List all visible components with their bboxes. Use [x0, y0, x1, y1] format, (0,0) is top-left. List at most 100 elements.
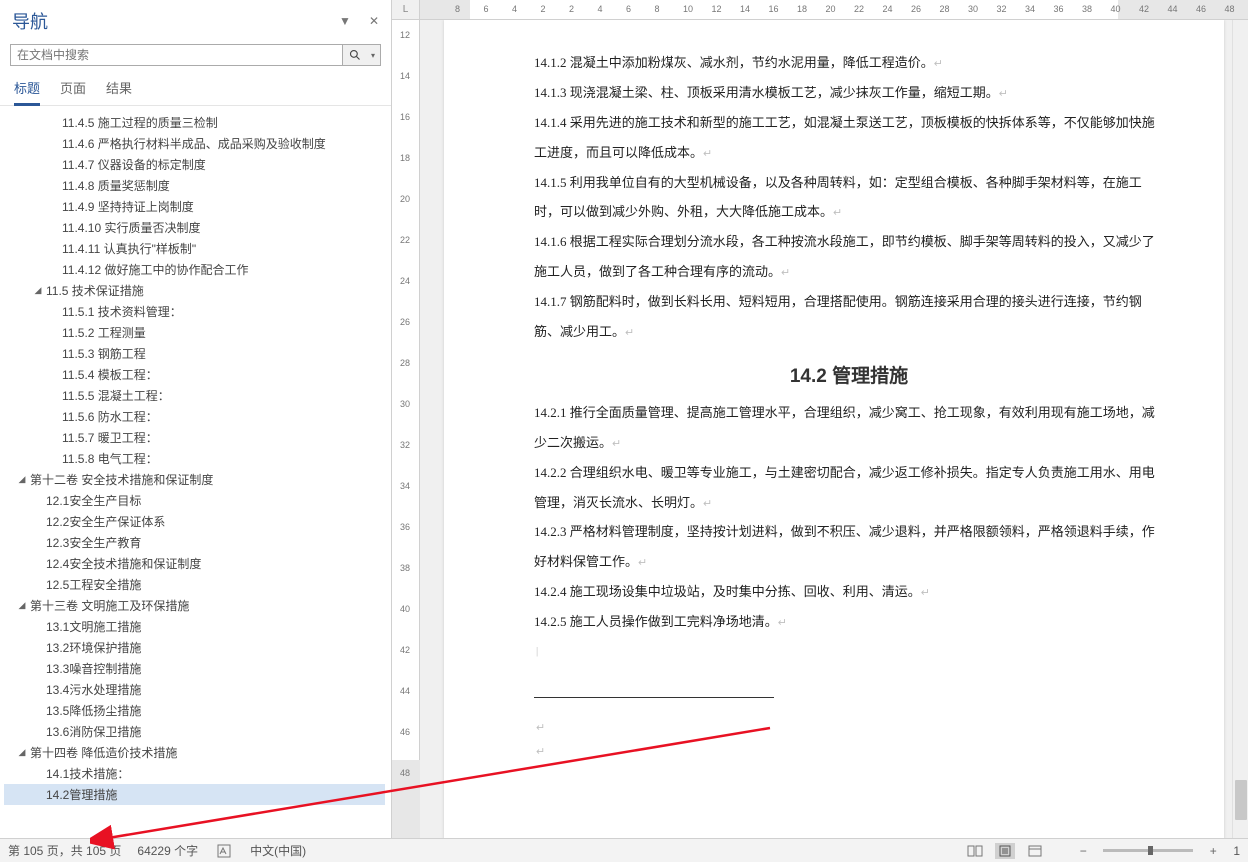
search-input[interactable] [11, 45, 342, 65]
outline-label: 11.4.5 施工过程的质量三检制 [60, 114, 218, 131]
outline-item[interactable]: 11.4.9 坚持持证上岗制度 [4, 196, 385, 217]
outline-label: 13.5降低扬尘措施 [44, 702, 141, 719]
page-viewport[interactable]: 14.1.2 混凝土中添加粉煤灰、减水剂，节约水泥用量，降低工程造价。↵14.1… [420, 20, 1248, 862]
paragraph[interactable]: 14.2.2 合理组织水电、暖卫等专业施工，与土建密切配合，减少返工修补损失。指… [534, 458, 1164, 518]
outline-label: 13.2环境保护措施 [44, 639, 141, 656]
tab-pages[interactable]: 页面 [60, 78, 86, 105]
outline-item[interactable]: 12.1安全生产目标 [4, 490, 385, 511]
outline-item[interactable]: 11.5.3 钢筋工程 [4, 343, 385, 364]
zoom-out-button[interactable]: − [1073, 843, 1093, 859]
zoom-level[interactable]: 1 [1233, 844, 1240, 858]
outline-item[interactable]: 12.3安全生产教育 [4, 532, 385, 553]
outline-item[interactable]: ◢11.5 技术保证措施 [4, 280, 385, 301]
status-word-count[interactable]: 64229 个字 [137, 842, 198, 859]
outline-item[interactable]: 11.4.10 实行质量否决制度 [4, 217, 385, 238]
outline-item[interactable]: 12.2安全生产保证体系 [4, 511, 385, 532]
nav-dropdown-icon[interactable]: ▼ [339, 14, 351, 28]
outline-item[interactable]: 11.5.4 模板工程： [4, 364, 385, 385]
paragraph[interactable]: 14.1.2 混凝土中添加粉煤灰、减水剂，节约水泥用量，降低工程造价。↵ [534, 48, 1164, 78]
outline-item[interactable]: 13.1文明施工措施 [4, 616, 385, 637]
outline-label: 12.2安全生产保证体系 [44, 513, 165, 530]
paragraph[interactable]: 14.2.1 推行全面质量管理、提高施工管理水平，合理组织，减少窝工、抢工现象，… [534, 398, 1164, 458]
paragraph[interactable]: 14.1.6 根据工程实际合理划分流水段，各工种按流水段施工，即节约模板、脚手架… [534, 227, 1164, 287]
nav-tabs: 标题 页面 结果 [0, 72, 391, 106]
paragraph[interactable]: 14.1.7 钢筋配料时，做到长料长用、短料短用，合理搭配使用。钢筋连接采用合理… [534, 287, 1164, 347]
proofing-icon[interactable] [214, 843, 234, 859]
outline-item[interactable]: ◢第十四卷 降低造价技术措施 [4, 742, 385, 763]
outline-item[interactable]: 11.5.6 防水工程： [4, 406, 385, 427]
view-read-icon[interactable] [965, 843, 985, 859]
document-area: L 86422468101214161820222426283032343638… [392, 0, 1248, 862]
outline-item[interactable]: 12.4安全技术措施和保证制度 [4, 553, 385, 574]
outline-item[interactable]: 13.4污水处理措施 [4, 679, 385, 700]
outline-item[interactable]: 11.5.1 技术资料管理： [4, 301, 385, 322]
outline-item[interactable]: 14.2管理措施 [4, 784, 385, 805]
outline-label: 12.4安全技术措施和保证制度 [44, 555, 201, 572]
paragraph[interactable]: 14.2.4 施工现场设集中垃圾站，及时集中分拣、回收、利用、清运。↵ [534, 577, 1164, 607]
cursor-line[interactable]: | [534, 645, 1164, 669]
paragraph[interactable]: 14.1.5 利用我单位自有的大型机械设备，以及各种周转料，如：定型组合模板、各… [534, 168, 1164, 228]
tab-headings[interactable]: 标题 [14, 78, 40, 106]
outline-label: 第十二卷 安全技术措施和保证制度 [28, 471, 213, 488]
collapse-icon[interactable]: ◢ [16, 747, 28, 758]
outline-label: 13.6消防保卫措施 [44, 723, 141, 740]
outline-item[interactable]: 13.6消防保卫措施 [4, 721, 385, 742]
outline-label: 11.4.12 做好施工中的协作配合工作 [60, 261, 248, 278]
view-web-icon[interactable] [1025, 843, 1045, 859]
outline-item[interactable]: ◢第十二卷 安全技术措施和保证制度 [4, 469, 385, 490]
outline-label: 13.3噪音控制措施 [44, 660, 141, 677]
outline-label: 11.4.7 仪器设备的标定制度 [60, 156, 206, 173]
outline-label: 13.4污水处理措施 [44, 681, 141, 698]
paragraph[interactable]: 14.2.3 严格材料管理制度，坚持按计划进料，做到不积压、减少退料，并严格限额… [534, 517, 1164, 577]
view-print-icon[interactable] [995, 843, 1015, 859]
zoom-slider-thumb[interactable] [1148, 846, 1153, 855]
outline-label: 11.5.6 防水工程： [60, 408, 158, 425]
paragraph[interactable]: 14.2.5 施工人员操作做到工完料净场地清。↵ [534, 607, 1164, 637]
status-page[interactable]: 第 105 页，共 105 页 [8, 842, 121, 859]
outline-item[interactable]: 11.5.2 工程测量 [4, 322, 385, 343]
outline-item[interactable]: 11.4.5 施工过程的质量三检制 [4, 112, 385, 133]
outline-item[interactable]: 11.5.8 电气工程： [4, 448, 385, 469]
outline-item[interactable]: 14.1技术措施： [4, 763, 385, 784]
ruler-corner[interactable]: L [392, 0, 420, 20]
outline-label: 11.4.10 实行质量否决制度 [60, 219, 200, 236]
vertical-scrollbar[interactable] [1232, 20, 1248, 862]
outline-item[interactable]: 11.4.7 仪器设备的标定制度 [4, 154, 385, 175]
outline-label: 11.5.7 暖卫工程： [60, 429, 158, 446]
zoom-slider[interactable] [1103, 849, 1193, 852]
collapse-icon[interactable]: ◢ [16, 474, 28, 485]
outline-item[interactable]: 11.4.6 严格执行材料半成品、成品采购及验收制度 [4, 133, 385, 154]
nav-outline[interactable]: 11.4.5 施工过程的质量三检制 11.4.6 严格执行材料半成品、成品采购及验… [0, 106, 391, 838]
outline-item[interactable]: 12.5工程安全措施 [4, 574, 385, 595]
outline-label: 14.1技术措施： [44, 765, 129, 782]
tab-results[interactable]: 结果 [106, 78, 132, 105]
outline-label: 11.4.6 严格执行材料半成品、成品采购及验收制度 [60, 135, 326, 152]
outline-label: 11.4.8 质量奖惩制度 [60, 177, 170, 194]
horizontal-ruler[interactable]: 8642246810121416182022242628303234363840… [420, 0, 1248, 20]
outline-label: 12.5工程安全措施 [44, 576, 141, 593]
outline-item[interactable]: 11.4.11 认真执行"样板制" [4, 238, 385, 259]
outline-label: 11.5.1 技术资料管理： [60, 303, 182, 320]
scrollbar-thumb[interactable] [1235, 780, 1247, 820]
nav-close-icon[interactable]: ✕ [369, 14, 379, 28]
paragraph[interactable]: 14.1.3 现浇混凝土梁、柱、顶板采用清水模板工艺，减少抹灰工作量，缩短工期。… [534, 78, 1164, 108]
outline-label: 11.5.5 混凝土工程： [60, 387, 170, 404]
nav-title: 导航 [12, 8, 339, 34]
paragraph[interactable]: 14.1.4 采用先进的施工技术和新型的施工工艺，如混凝土泵送工艺，顶板模板的快… [534, 108, 1164, 168]
outline-item[interactable]: 11.5.5 混凝土工程： [4, 385, 385, 406]
collapse-icon[interactable]: ◢ [32, 285, 44, 296]
zoom-in-button[interactable]: + [1203, 843, 1223, 859]
search-dropdown-icon[interactable]: ▾ [366, 45, 380, 65]
outline-item[interactable]: 11.5.7 暖卫工程： [4, 427, 385, 448]
vertical-ruler[interactable]: 12141618202224262830323436384042444648 [392, 20, 420, 862]
outline-item[interactable]: 13.2环境保护措施 [4, 637, 385, 658]
status-language[interactable]: 中文(中国) [250, 842, 306, 859]
outline-item[interactable]: 11.4.8 质量奖惩制度 [4, 175, 385, 196]
outline-item[interactable]: 13.3噪音控制措施 [4, 658, 385, 679]
outline-item[interactable]: ◢第十三卷 文明施工及环保措施 [4, 595, 385, 616]
outline-item[interactable]: 11.4.12 做好施工中的协作配合工作 [4, 259, 385, 280]
collapse-icon[interactable]: ◢ [16, 600, 28, 611]
search-button[interactable] [342, 45, 366, 65]
heading-14-2[interactable]: 14.2 管理措施 [534, 347, 1164, 398]
outline-item[interactable]: 13.5降低扬尘措施 [4, 700, 385, 721]
